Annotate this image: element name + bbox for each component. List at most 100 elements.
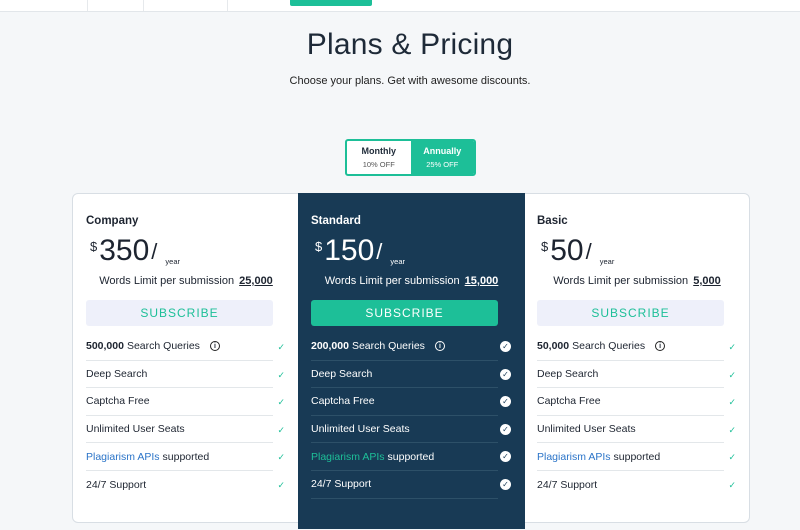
check-icon: ✓ — [277, 452, 285, 463]
subscribe-button[interactable]: SUBSCRIBE — [311, 300, 498, 326]
price-separator: / — [585, 239, 592, 264]
feature-item: Deep Search ✓ — [537, 361, 736, 389]
feature-text: Search Queries — [351, 340, 425, 353]
words-limit-label: Words Limit per submission — [324, 275, 460, 287]
feature-quantity: 500,000 — [86, 340, 124, 353]
check-icon: ✓ — [277, 369, 285, 380]
feature-item: Unlimited User Seats ✓ — [86, 416, 285, 444]
plagiarism-api-link[interactable]: Plagiarism APIs — [86, 451, 160, 463]
check-icon: ✓ — [728, 424, 736, 435]
plan-price: $ 150 / year — [315, 233, 405, 269]
feature-text: Captcha Free — [311, 395, 375, 408]
info-icon[interactable]: i — [209, 341, 220, 352]
feature-item: 50,000 Search Queries i ✓ — [537, 333, 736, 361]
price-amount: 350 — [99, 234, 150, 267]
check-icon: ✓ — [728, 452, 736, 463]
feature-text: supported — [613, 450, 661, 463]
feature-list: 50,000 Search Queries i ✓ Deep Search ✓ Captch… — [537, 333, 736, 499]
words-limit: Words Limit per submission 5,000 — [524, 275, 750, 287]
check-icon: ✓ — [728, 397, 736, 408]
check-icon: ✓ — [277, 397, 285, 408]
feature-text: Deep Search — [86, 367, 148, 380]
plan-name: Company — [86, 215, 139, 227]
check-icon: ✓ — [277, 342, 285, 352]
feature-quantity: 200,000 — [311, 340, 349, 353]
price-amount: 150 — [324, 234, 375, 267]
page-title: Plans & Pricing — [306, 28, 514, 61]
feature-item: 24/7 Support ✓ — [537, 471, 736, 499]
billing-option-discount: 10% OFF — [362, 160, 395, 169]
plan-card-standard: Standard $ 150 / year Words Limit per su… — [298, 193, 525, 529]
feature-item: 24/7 Support ✓ — [86, 471, 285, 499]
feature-item: Captcha Free ✓ — [311, 388, 511, 416]
nav-item[interactable] — [144, 0, 228, 11]
feature-item: 500,000 Search Queries i ✓ — [86, 333, 285, 361]
feature-text: Unlimited User Seats — [311, 423, 410, 436]
billing-option-label: Monthly — [361, 146, 397, 156]
nav-item[interactable] — [88, 0, 144, 11]
feature-text: Search Queries — [126, 340, 200, 353]
billing-period: year — [390, 257, 406, 266]
check-icon: ✓ — [500, 396, 511, 408]
billing-option-label: Annually — [423, 146, 462, 156]
words-limit-label: Words Limit per submission — [553, 275, 689, 287]
check-icon: ✓ — [728, 369, 736, 380]
feature-text: 24/7 Support — [86, 478, 147, 491]
currency-symbol: $ — [90, 239, 98, 254]
feature-text: Deep Search — [311, 367, 373, 380]
billing-period: year — [599, 257, 615, 266]
feature-item: Plagiarism APIs supported ✓ — [311, 443, 511, 471]
feature-quantity: 50,000 — [537, 340, 570, 353]
words-limit: Words Limit per submission 25,000 — [73, 275, 299, 287]
feature-item: Deep Search ✓ — [86, 361, 285, 389]
plan-name: Standard — [311, 215, 361, 227]
check-icon: ✓ — [500, 423, 511, 435]
price-separator: / — [376, 239, 383, 264]
billing-annually-option[interactable]: Annually 25% OFF — [410, 141, 474, 174]
feature-item: 200,000 Search Queries i ✓ — [311, 333, 511, 361]
plan-name: Basic — [537, 215, 568, 227]
billing-monthly-option[interactable]: Monthly 10% OFF — [347, 141, 411, 174]
billing-period-toggle: Monthly 10% OFF Annually 25% OFF — [345, 139, 476, 176]
feature-item: 24/7 Support ✓ — [311, 471, 511, 499]
pricing-cards: Company $ 350 / year Words Limit per sub… — [72, 193, 750, 529]
nav-item[interactable] — [0, 0, 88, 11]
plagiarism-api-link[interactable]: Plagiarism APIs — [311, 451, 385, 463]
feature-item: Captcha Free ✓ — [537, 388, 736, 416]
feature-item: Deep Search ✓ — [311, 361, 511, 389]
currency-symbol: $ — [315, 239, 323, 254]
feature-text: Unlimited User Seats — [537, 423, 636, 436]
words-limit-value: 15,000 — [464, 275, 499, 287]
check-icon: ✓ — [500, 478, 511, 490]
billing-option-discount: 25% OFF — [426, 160, 459, 169]
check-icon: ✓ — [277, 479, 285, 490]
top-nav-bar — [0, 0, 800, 12]
feature-text: 24/7 Support — [311, 478, 372, 491]
plan-price: $ 350 / year — [90, 233, 180, 269]
info-icon[interactable]: i — [655, 341, 666, 352]
page-subtitle: Choose your plans. Get with awesome disc… — [289, 75, 531, 87]
feature-text: supported — [162, 450, 210, 463]
feature-item: Captcha Free ✓ — [86, 388, 285, 416]
check-icon: ✓ — [500, 451, 511, 463]
feature-item: Plagiarism APIs supported ✓ — [537, 443, 736, 471]
info-icon[interactable]: i — [434, 341, 445, 352]
feature-item: Unlimited User Seats ✓ — [311, 416, 511, 444]
feature-list: 500,000 Search Queries i ✓ Deep Search ✓ Captc… — [86, 333, 285, 499]
check-icon: ✓ — [500, 368, 511, 380]
subscribe-button[interactable]: SUBSCRIBE — [86, 300, 273, 326]
check-icon: ✓ — [500, 341, 511, 352]
currency-symbol: $ — [541, 239, 549, 254]
feature-text: Search Queries — [572, 340, 646, 353]
plan-card-basic: Basic $ 50 / year Words Limit per submis… — [524, 193, 750, 523]
subscribe-button[interactable]: SUBSCRIBE — [537, 300, 724, 326]
price-amount: 50 — [550, 234, 584, 267]
billing-period: year — [165, 257, 181, 266]
check-icon: ✓ — [277, 424, 285, 435]
price-separator: / — [151, 239, 158, 264]
nav-active-tab[interactable] — [290, 0, 372, 6]
words-limit: Words Limit per submission 15,000 — [298, 275, 525, 287]
plagiarism-api-link[interactable]: Plagiarism APIs — [537, 451, 611, 463]
plan-price: $ 50 / year — [541, 233, 614, 269]
words-limit-label: Words Limit per submission — [99, 275, 235, 287]
